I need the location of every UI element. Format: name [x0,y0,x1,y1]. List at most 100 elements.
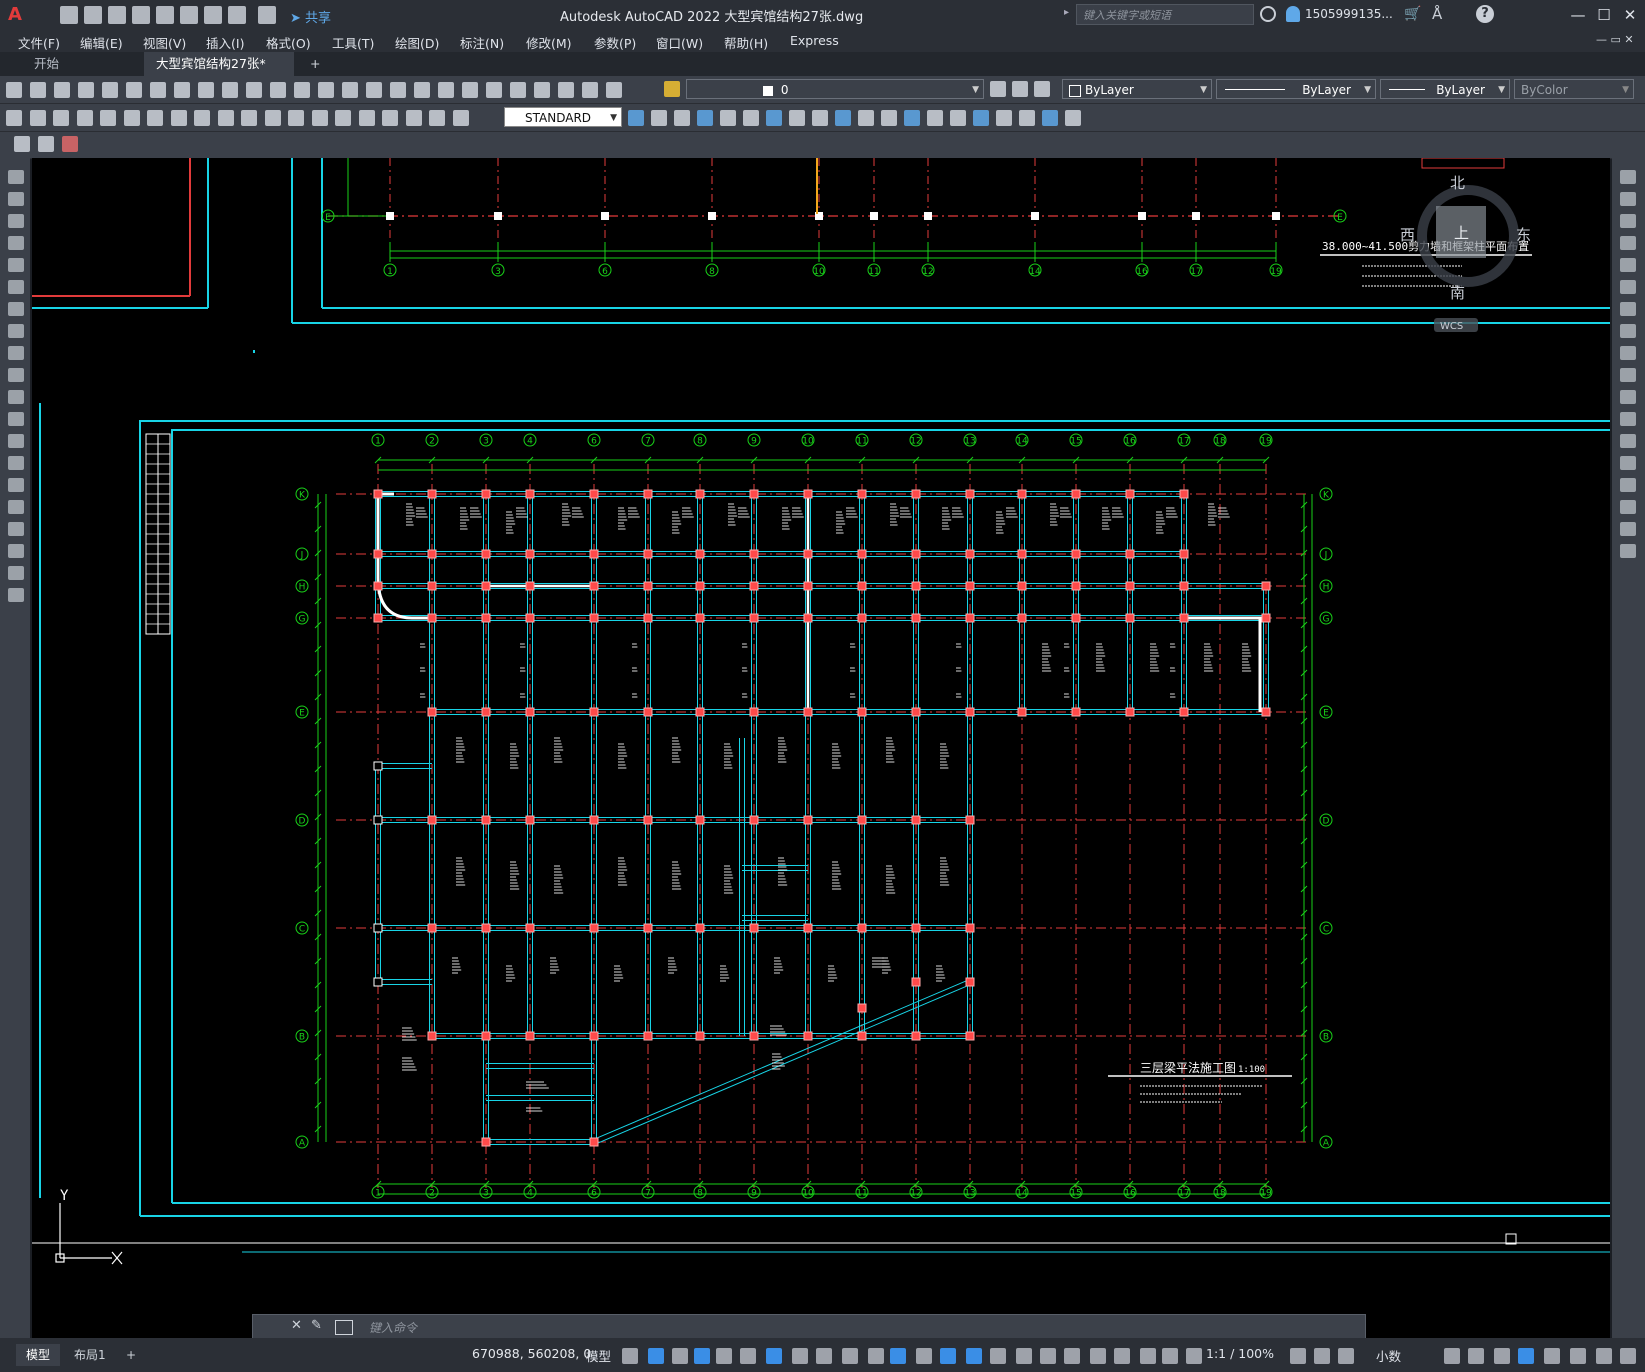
standard-tool-25-icon[interactable] [582,82,598,98]
web-open-icon[interactable] [156,6,174,24]
standard-tool-7-icon[interactable] [150,82,166,98]
modify-side-tool-13-icon[interactable] [1620,434,1636,448]
modify-tool-10-icon[interactable] [835,110,851,126]
annotation-scale[interactable]: 1:1 / 100% [1206,1346,1274,1361]
standard-tool-6-icon[interactable] [126,82,142,98]
dimension-tool-14-icon[interactable] [311,110,328,126]
modify-side-tool-17-icon[interactable] [1620,522,1636,536]
minimize-icon[interactable]: — [1566,5,1590,25]
new-icon[interactable] [60,6,78,24]
dimension-tool-11-icon[interactable] [241,110,257,126]
dimension-tool-6-icon[interactable] [123,110,140,126]
status-toggle-2-icon[interactable] [648,1348,664,1364]
layer-match-icon[interactable] [1034,81,1050,97]
plot-icon[interactable] [204,6,222,24]
modify-tool-17-icon[interactable] [996,110,1012,126]
modify-tool-19-icon[interactable] [1042,110,1058,126]
model-space-button[interactable]: 模型 [586,1346,611,1365]
modify-tool-16-icon[interactable] [973,110,989,126]
draworder-icon[interactable] [14,136,30,152]
modify-side-tool-10-icon[interactable] [1620,368,1636,382]
standard-tool-21-icon[interactable] [486,82,502,98]
menu-draw[interactable]: 绘图(D) [395,33,439,52]
draw-tool-16-icon[interactable] [8,500,24,514]
new-tab-button[interactable]: + [298,52,332,76]
modify-tool-13-icon[interactable] [904,110,920,126]
draw-tool-20-icon[interactable] [8,588,24,602]
modify-side-tool-9-icon[interactable] [1620,346,1636,360]
status-toggle-24-icon[interactable] [1186,1348,1202,1364]
status-toggle-7-icon[interactable] [766,1348,782,1364]
tab-drawing[interactable]: 大型宾馆结构27张* × [144,52,294,95]
status-tool-6-icon[interactable] [1494,1348,1510,1364]
standard-tool-4-icon[interactable] [78,82,94,98]
status-toggle-4-icon[interactable] [694,1348,710,1364]
draw-tool-18-icon[interactable] [8,544,24,558]
standard-tool-9-icon[interactable] [198,82,214,98]
status-tool-11-icon[interactable] [1620,1348,1636,1364]
draw-tool-13-icon[interactable] [8,434,24,448]
standard-tool-14-icon[interactable] [318,82,334,98]
search-icon[interactable] [1260,6,1276,22]
command-input[interactable]: 键入命令 [369,1319,417,1336]
modify-tool-12-icon[interactable] [881,110,897,126]
search-expand-icon[interactable]: ▸ [1064,7,1069,18]
status-toggle-19-icon[interactable] [1064,1348,1080,1364]
dimension-tool-18-icon[interactable] [405,110,422,126]
modify-tool-18-icon[interactable] [1019,110,1035,126]
menu-express[interactable]: Express [790,33,839,48]
standard-tool-17-icon[interactable] [390,82,406,98]
standard-tool-15-icon[interactable] [342,82,358,98]
standard-tool-13-icon[interactable] [294,82,310,98]
menu-format[interactable]: 格式(O) [266,33,311,52]
status-tool-5-icon[interactable] [1468,1348,1484,1364]
status-toggle-23-icon[interactable] [1162,1348,1178,1364]
share-button[interactable]: ➤ 共享 [290,7,331,26]
color-dropdown[interactable]: ByLayer ▼ [1062,79,1212,99]
user-name[interactable]: 1505999135... [1305,7,1393,21]
dimension-tool-20-icon[interactable] [452,110,469,126]
dimension-tool-3-icon[interactable] [53,110,69,126]
command-settings-icon[interactable]: ✎ [311,1318,322,1333]
draw-tool-3-icon[interactable] [8,214,24,228]
maximize-icon[interactable]: ☐ [1592,5,1616,25]
modify-tool-11-icon[interactable] [858,110,874,126]
dimension-tool-5-icon[interactable] [100,110,116,126]
standard-tool-26-icon[interactable] [606,82,622,98]
modify-tool-7-icon[interactable] [766,110,782,126]
standard-tool-3-icon[interactable] [54,82,70,98]
web-save-icon[interactable] [180,6,198,24]
dimension-tool-19-icon[interactable] [429,110,445,126]
draw-tool-2-icon[interactable] [8,192,24,206]
draw-tool-8-icon[interactable] [8,324,24,338]
dimension-tool-2-icon[interactable] [29,110,46,126]
redo-icon[interactable] [258,6,276,24]
standard-tool-20-icon[interactable] [462,82,478,98]
draw-tool-7-icon[interactable] [8,302,24,316]
standard-tool-12-icon[interactable] [270,82,286,98]
status-toggle-20-icon[interactable] [1090,1348,1106,1364]
menu-file[interactable]: 文件(F) [18,33,60,52]
make-current-layer-icon[interactable] [990,81,1006,97]
menu-edit[interactable]: 编辑(E) [80,33,123,52]
status-toggle-3-icon[interactable] [672,1348,688,1364]
status-toggle-12-icon[interactable] [890,1348,906,1364]
status-tool-10-icon[interactable] [1596,1348,1612,1364]
viewcube-west[interactable]: 西 [1400,226,1415,244]
linetype-dropdown[interactable]: ByLayer ▼ [1216,79,1376,99]
standard-tool-1-icon[interactable] [6,82,22,98]
modify-tool-20-icon[interactable] [1065,110,1081,126]
modify-tool-8-icon[interactable] [789,110,805,126]
modify-side-tool-1-icon[interactable] [1620,170,1636,184]
tab-model[interactable]: 模型 [16,1344,61,1366]
menu-parametric[interactable]: 参数(P) [594,33,636,52]
command-line[interactable]: ✕ ✎ 键入命令 [252,1314,1366,1340]
modify-tool-4-icon[interactable] [697,110,713,126]
viewcube-north[interactable]: 北 [1450,174,1465,192]
modify-tool-6-icon[interactable] [743,110,759,126]
status-tool-8-icon[interactable] [1544,1348,1560,1364]
modify-side-tool-12-icon[interactable] [1620,412,1636,426]
modify-side-tool-16-icon[interactable] [1620,500,1636,514]
status-toggle-9-icon[interactable] [816,1348,832,1364]
dimension-tool-12-icon[interactable] [264,110,281,126]
